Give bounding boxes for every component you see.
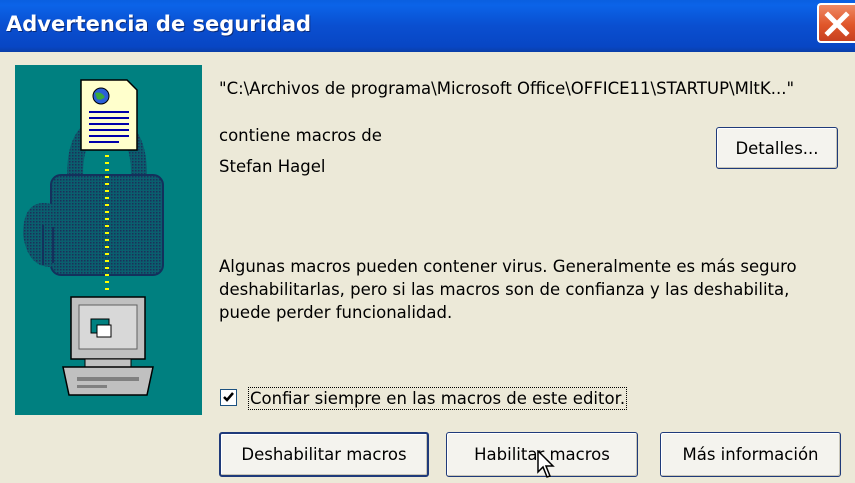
security-illustration (15, 65, 202, 415)
always-trust-checkbox[interactable] (220, 389, 237, 406)
title-bar[interactable]: Advertencia de seguridad (0, 0, 855, 52)
document-icon (80, 79, 138, 151)
details-button[interactable]: Detalles... (716, 127, 838, 169)
computer-icon (62, 296, 154, 396)
warning-message: Algunas macros pueden contener virus. Ge… (219, 257, 797, 322)
close-button[interactable] (817, 3, 855, 43)
disable-macros-label: Deshabilitar macros (241, 445, 407, 464)
disable-macros-button[interactable]: Deshabilitar macros (219, 432, 429, 477)
always-trust-label[interactable]: Confiar siempre en las macros de este ed… (247, 387, 628, 410)
close-icon (824, 11, 850, 37)
file-path: "C:\Archivos de programa\Microsoft Offic… (219, 79, 795, 98)
contains-macros-label: contiene macros de (219, 126, 382, 145)
more-info-button[interactable]: Más información (660, 432, 841, 477)
more-info-label: Más información (682, 445, 819, 464)
publisher-name: Stefan Hagel (219, 157, 326, 176)
window-title: Advertencia de seguridad (6, 12, 312, 36)
mouse-cursor-icon (537, 450, 555, 478)
details-button-label: Detalles... (735, 138, 819, 158)
checkmark-icon (223, 392, 234, 402)
